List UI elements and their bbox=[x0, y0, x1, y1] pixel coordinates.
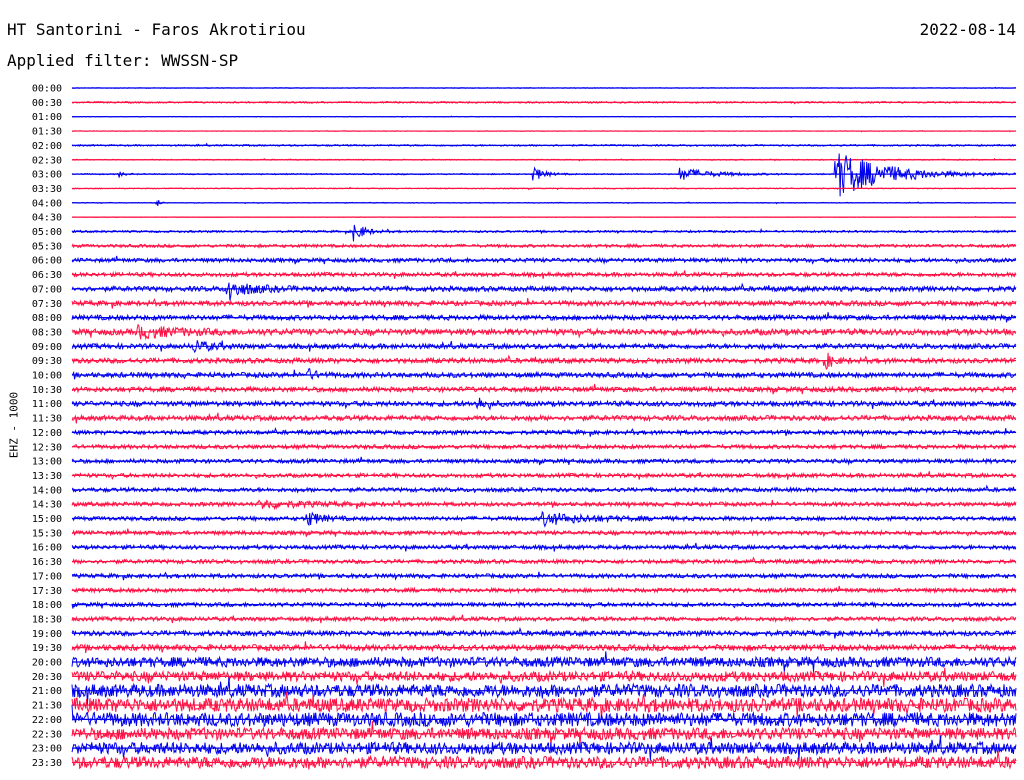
time-tick-label: 18:00 bbox=[32, 600, 62, 611]
trace-row bbox=[71, 556, 1017, 566]
trace-row bbox=[71, 667, 1017, 687]
time-tick-label: 04:00 bbox=[32, 198, 62, 209]
time-tick-label: 11:30 bbox=[32, 414, 62, 425]
time-tick-label: 21:30 bbox=[32, 701, 62, 712]
time-tick-label: 10:30 bbox=[32, 385, 62, 396]
time-tick-label: 13:30 bbox=[32, 471, 62, 482]
time-tick-label: 22:00 bbox=[32, 715, 62, 726]
trace-row bbox=[71, 691, 1017, 720]
time-tick-label: 13:00 bbox=[32, 457, 62, 468]
time-tick-label: 16:30 bbox=[32, 557, 62, 568]
time-tick-label: 20:30 bbox=[32, 672, 62, 683]
time-tick-label: 19:30 bbox=[32, 643, 62, 654]
time-tick-label: 02:00 bbox=[32, 141, 62, 152]
time-tick-label: 16:00 bbox=[32, 543, 62, 554]
time-tick-label: 01:30 bbox=[32, 127, 62, 138]
time-tick-label: 01:00 bbox=[32, 112, 62, 123]
time-tick-label: 10:00 bbox=[32, 371, 62, 382]
time-tick-label: 08:00 bbox=[32, 313, 62, 324]
time-tick-label: 05:30 bbox=[32, 241, 62, 252]
trace-row bbox=[71, 585, 1017, 595]
time-tick-label: 12:30 bbox=[32, 442, 62, 453]
time-tick-label: 02:30 bbox=[32, 155, 62, 166]
time-tick-label: 08:30 bbox=[32, 327, 62, 338]
time-tick-label: 15:30 bbox=[32, 528, 62, 539]
time-tick-label: 19:00 bbox=[32, 629, 62, 640]
time-tick-label: 18:30 bbox=[32, 614, 62, 625]
time-tick-label: 14:00 bbox=[32, 485, 62, 496]
time-tick-label: 17:30 bbox=[32, 586, 62, 597]
trace-row bbox=[71, 600, 1017, 610]
time-tick-label: 23:00 bbox=[32, 744, 62, 755]
time-tick-label: 15:00 bbox=[32, 514, 62, 525]
time-tick-label: 23:30 bbox=[32, 758, 62, 769]
trace-row bbox=[71, 484, 1017, 494]
time-tick-label: 00:30 bbox=[32, 98, 62, 109]
time-tick-label: 06:00 bbox=[32, 256, 62, 267]
time-tick-label: 22:30 bbox=[32, 729, 62, 740]
time-tick-label: 09:30 bbox=[32, 356, 62, 367]
time-tick-label: 21:00 bbox=[32, 686, 62, 697]
time-tick-label: 07:00 bbox=[32, 284, 62, 295]
time-tick-label: 06:30 bbox=[32, 270, 62, 281]
trace-row bbox=[71, 224, 1017, 242]
time-tick-label: 03:00 bbox=[32, 170, 62, 181]
time-tick-label: 11:00 bbox=[32, 399, 62, 410]
trace-row bbox=[71, 368, 1017, 381]
time-tick-label: 07:30 bbox=[32, 299, 62, 310]
trace-row bbox=[71, 282, 1017, 301]
time-tick-label: 17:00 bbox=[32, 571, 62, 582]
time-tick-label: 09:00 bbox=[32, 342, 62, 353]
time-tick-label: 05:00 bbox=[32, 227, 62, 238]
time-tick-label: 20:00 bbox=[32, 658, 62, 669]
seismogram-plot: 00:00 00:30 01:00 01:30 02:00 02:30 03:00 03:30… bbox=[32, 84, 1017, 770]
trace-row bbox=[71, 751, 1017, 770]
time-tick-label: 14:30 bbox=[32, 500, 62, 511]
time-tick-label: 00:00 bbox=[32, 84, 62, 95]
time-tick-label: 04:30 bbox=[32, 213, 62, 224]
time-tick-label: 12:00 bbox=[32, 428, 62, 439]
time-tick-label: 03:30 bbox=[32, 184, 62, 195]
